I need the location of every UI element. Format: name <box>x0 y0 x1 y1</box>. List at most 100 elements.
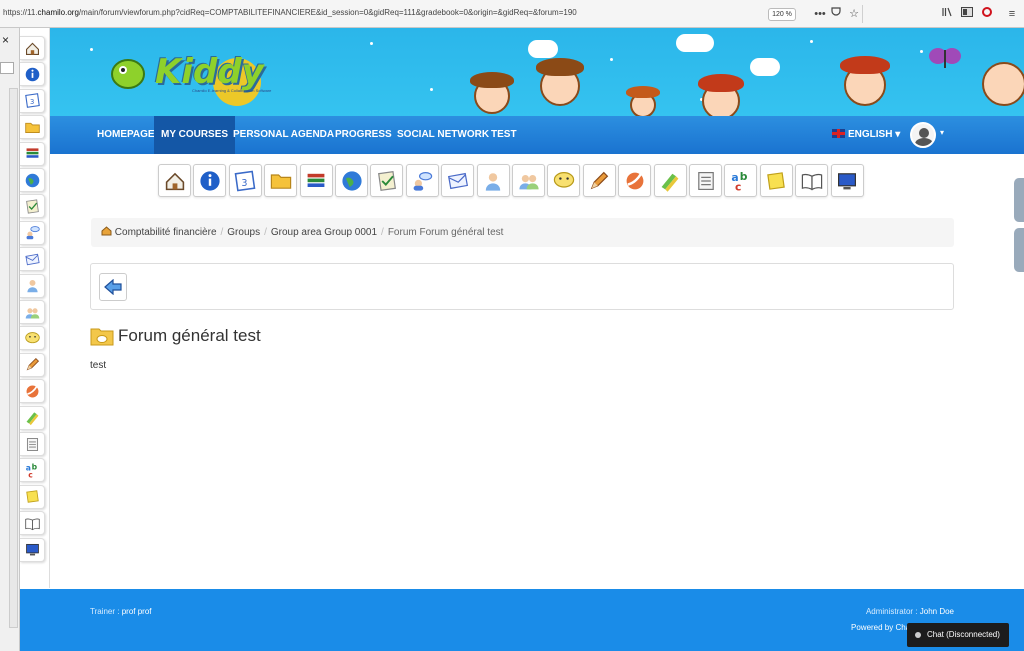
sidebar-scrollbar[interactable] <box>9 88 18 628</box>
side-tool-button-glossary[interactable]: abc <box>20 458 45 483</box>
avatar[interactable] <box>910 122 936 148</box>
tool-button-books[interactable] <box>299 164 333 197</box>
side-tool-button-monitor[interactable] <box>20 537 45 562</box>
tool-button-calendar[interactable]: 3 <box>228 164 262 197</box>
footer-trainer: Trainer : prof prof <box>90 607 152 616</box>
side-tool-button-group[interactable] <box>20 300 45 324</box>
svg-text:3: 3 <box>242 177 248 188</box>
books-icon <box>307 173 325 187</box>
tool-button-globe[interactable] <box>335 164 368 197</box>
side-tool-button-home[interactable] <box>20 36 45 60</box>
tool-button-users-chat[interactable] <box>405 164 439 197</box>
footer: Trainer : prof prof Administrator : John… <box>20 589 1024 651</box>
library-icon[interactable] <box>938 5 956 23</box>
breadcrumb-group-area[interactable]: Group area Group 0001 <box>271 227 377 238</box>
sticky-note-icon <box>767 171 786 190</box>
home-icon <box>165 172 184 190</box>
sidebar-icon[interactable] <box>958 5 976 23</box>
tool-button-ball[interactable] <box>618 164 652 197</box>
toolbar-separator <box>862 5 863 23</box>
tool-button-pencil[interactable] <box>582 164 616 197</box>
close-icon[interactable]: × <box>2 33 9 47</box>
sidebar-input[interactable] <box>0 62 14 74</box>
folder-icon <box>270 173 291 189</box>
tool-button-glossary[interactable]: abc <box>724 164 758 197</box>
tool-button-notes[interactable] <box>689 164 722 197</box>
status-dot <box>915 632 921 638</box>
chevron-down-icon: ▾ <box>895 129 901 140</box>
zoom-indicator[interactable]: 120 % <box>768 8 796 21</box>
glossary-icon: a bc <box>25 463 37 479</box>
chat-widget[interactable]: Chat (Disconnected) <box>907 623 1009 647</box>
user-icon <box>485 172 501 191</box>
chat-label: Chat (Disconnected) <box>927 630 1000 639</box>
side-tool-button-mail[interactable] <box>20 247 45 272</box>
side-tool-button-pencils[interactable] <box>20 405 45 430</box>
pocket-icon[interactable] <box>827 5 845 23</box>
tool-button-book[interactable] <box>795 164 829 197</box>
right-tab[interactable] <box>1014 178 1024 222</box>
tool-button-folder[interactable] <box>264 164 298 197</box>
right-edge-tabs <box>1014 178 1024 274</box>
assignment-icon <box>377 170 396 191</box>
side-tool-button-info[interactable] <box>20 62 45 87</box>
side-tool-button-users-chat[interactable] <box>20 220 45 245</box>
tool-button-home[interactable] <box>158 164 191 197</box>
side-tool-button-user[interactable] <box>20 273 45 298</box>
side-tool-button-books[interactable] <box>20 141 45 166</box>
tool-button-monitor[interactable] <box>830 164 864 197</box>
chevron-down-icon[interactable]: ▾ <box>940 128 944 137</box>
nav-progress[interactable]: PROGRESS <box>328 116 399 154</box>
tool-button-sticky-note[interactable] <box>759 164 793 197</box>
home-icon <box>25 42 39 55</box>
opera-icon[interactable] <box>978 5 996 23</box>
globe-icon <box>25 173 39 187</box>
svg-text:c: c <box>28 470 33 479</box>
side-tool-button-folder[interactable] <box>20 115 45 140</box>
bookmark-star-icon[interactable]: ☆ <box>845 5 863 23</box>
tool-button-chat[interactable] <box>547 164 581 197</box>
side-tool-button-chat[interactable] <box>20 326 45 351</box>
home-icon <box>101 226 112 236</box>
side-tool-button-notes[interactable] <box>20 432 45 456</box>
right-tab[interactable] <box>1014 228 1024 272</box>
tool-button-info[interactable] <box>193 164 227 197</box>
menu-icon[interactable]: ≡ <box>1003 5 1021 23</box>
nav-test[interactable]: TEST <box>484 116 524 154</box>
left-course-tools: 3 abc <box>20 28 50 588</box>
logo[interactable]: Kiddy <box>155 52 264 92</box>
nav-social-network[interactable]: SOCIAL NETWORK <box>390 116 496 154</box>
tool-button-pencils[interactable] <box>653 164 687 197</box>
cloud-decoration <box>528 40 558 58</box>
side-tool-button-assignment[interactable] <box>20 194 45 219</box>
chat-icon <box>553 171 575 188</box>
nav-homepage[interactable]: HOMEPAGE <box>90 116 162 154</box>
admin-name[interactable]: John Doe <box>920 607 954 616</box>
monitor-icon <box>25 544 39 556</box>
tool-button-group[interactable] <box>512 164 545 197</box>
breadcrumb-course[interactable]: Comptabilité financière <box>115 227 217 238</box>
language-selector[interactable]: ENGLISH ▾ <box>825 116 907 154</box>
side-tool-button-ball[interactable] <box>20 379 45 404</box>
side-tool-button-globe[interactable] <box>20 168 45 192</box>
side-tool-button-calendar[interactable]: 3 <box>20 88 45 113</box>
nav-personal-agenda[interactable]: PERSONAL AGENDA <box>226 116 341 154</box>
forum-folder-icon <box>90 328 114 346</box>
globe-icon <box>341 170 362 191</box>
back-button[interactable] <box>99 273 127 301</box>
pencil-icon <box>26 358 39 371</box>
breadcrumb-groups[interactable]: Groups <box>227 227 260 238</box>
nav-my-courses[interactable]: MY COURSES <box>154 116 236 154</box>
powered-by: Powered by Cha <box>851 623 911 632</box>
tool-button-mail[interactable] <box>441 164 475 197</box>
tool-button-user[interactable] <box>476 164 510 197</box>
side-tool-button-sticky-note[interactable] <box>20 484 45 509</box>
trainer-name[interactable]: prof prof <box>122 607 152 616</box>
forum-description: test <box>90 360 107 371</box>
butterfly-icon <box>929 48 961 68</box>
tool-button-assignment[interactable] <box>370 164 404 197</box>
side-tool-button-pencil[interactable] <box>20 352 45 377</box>
side-tool-button-book[interactable] <box>20 511 45 536</box>
address-bar[interactable]: https://11.chamilo.org/main/forum/viewfo… <box>3 8 577 17</box>
child-illustration <box>982 62 1024 106</box>
